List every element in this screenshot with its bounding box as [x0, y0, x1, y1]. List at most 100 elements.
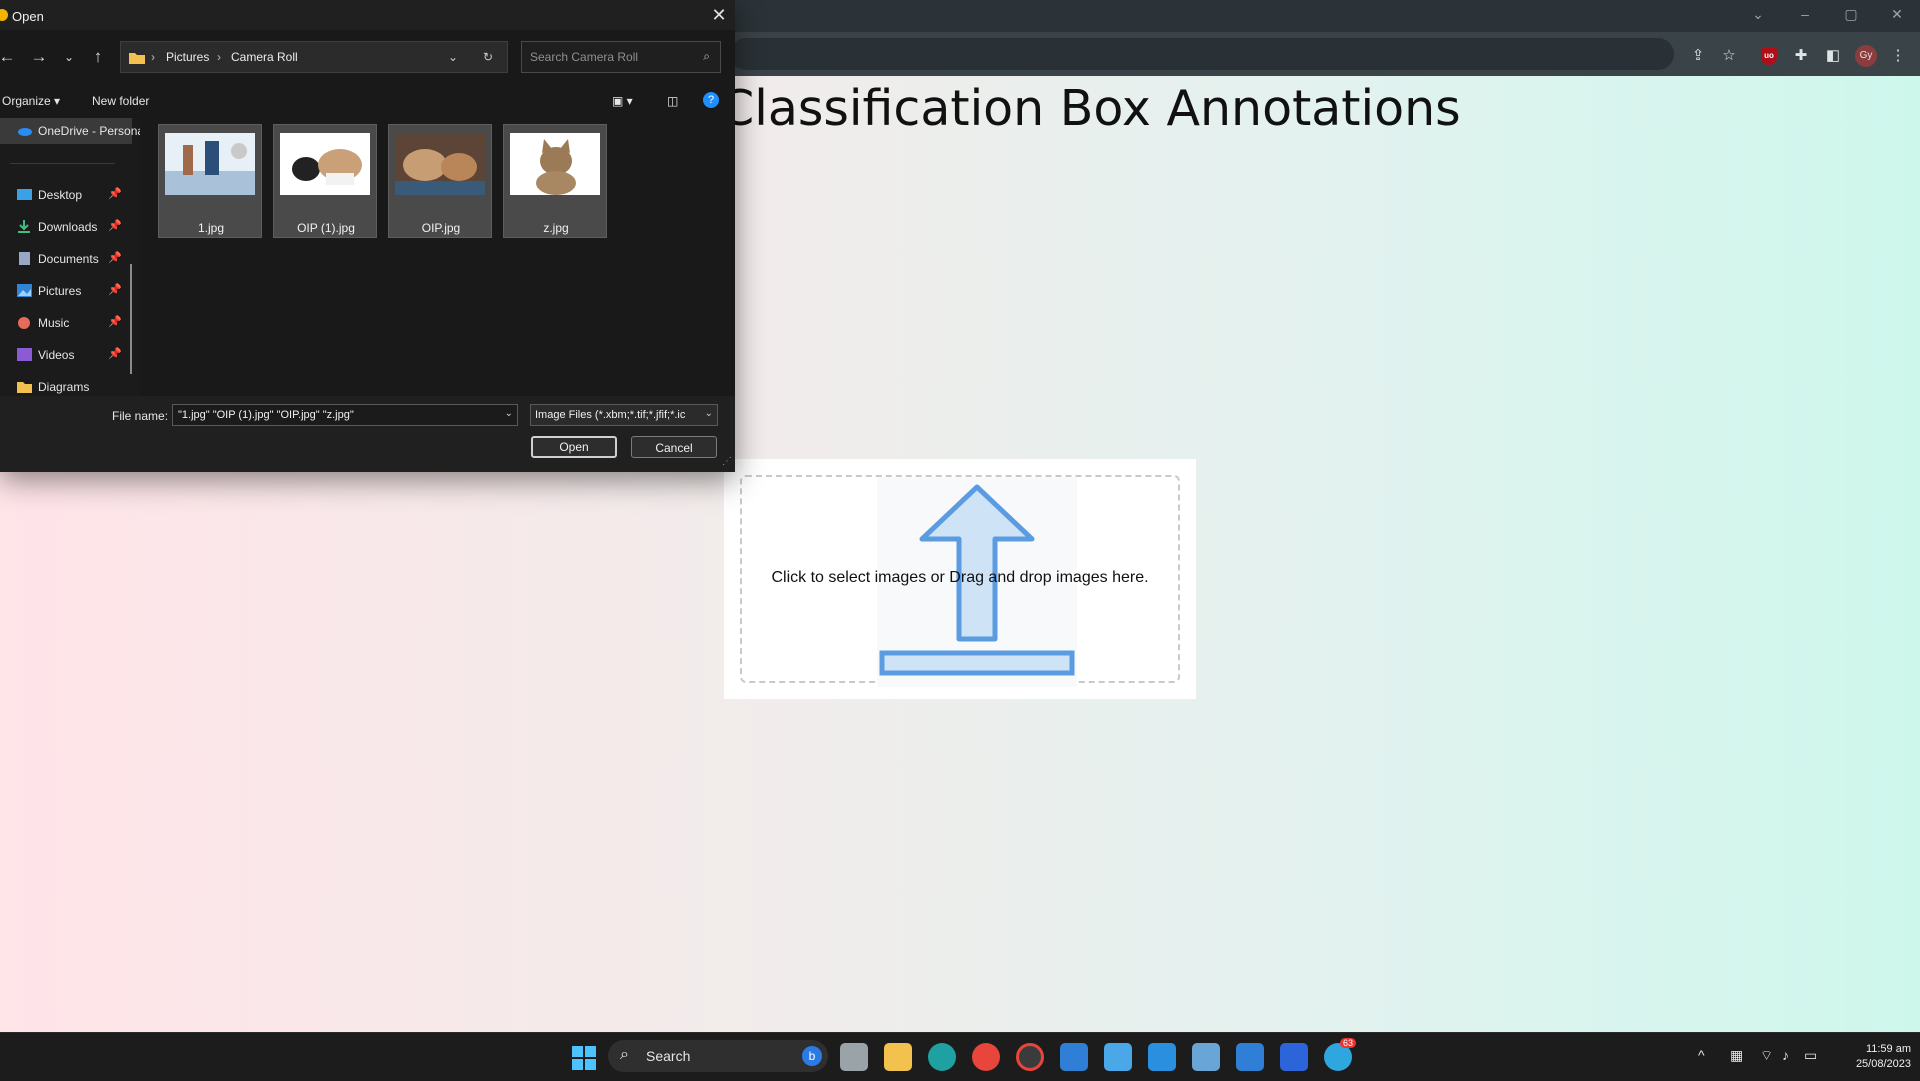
nav-item-onedrive[interactable]: OneDrive - Personal	[0, 118, 140, 144]
todo-check-icon[interactable]	[1236, 1043, 1264, 1071]
dialog-title: Open	[12, 9, 44, 24]
view-icon[interactable]: ▣ ▾	[612, 94, 633, 108]
nvidia-icon[interactable]: ▦	[1730, 1047, 1743, 1064]
share-icon[interactable]: ⇪	[1688, 46, 1708, 66]
pin-icon[interactable]: 📌	[108, 283, 122, 296]
pin-icon[interactable]: 📌	[108, 219, 122, 232]
help-icon[interactable]: ?	[703, 92, 719, 108]
close-window-button[interactable]: ✕	[1882, 6, 1912, 23]
address-bar[interactable]	[730, 38, 1674, 70]
wifi-icon[interactable]: ⌔	[1760, 1047, 1773, 1065]
nav-item-desktop[interactable]: Desktop 📌	[0, 182, 132, 208]
nav-item-pictures[interactable]: Pictures 📌	[0, 278, 132, 304]
nav-item-downloads[interactable]: Downloads 📌	[0, 214, 132, 240]
remote-desktop-icon[interactable]	[1104, 1043, 1132, 1071]
tab-search-icon[interactable]: ⌄	[1743, 6, 1773, 23]
file-item[interactable]: OIP (1).jpg	[273, 124, 377, 238]
nav-item-music[interactable]: Music 📌	[0, 310, 132, 336]
up-arrow-icon[interactable]: ↑	[87, 47, 109, 67]
cancel-button[interactable]: Cancel	[631, 436, 717, 458]
breadcrumb-camera-roll[interactable]: Camera Roll	[231, 50, 298, 64]
clock-date: 25/08/2023	[1855, 1058, 1911, 1070]
file-name-input[interactable]: "1.jpg" "OIP (1).jpg" "OIP.jpg" "z.jpg" …	[172, 404, 518, 426]
minimize-button[interactable]: –	[1790, 6, 1820, 22]
chrome-icon[interactable]	[972, 1043, 1000, 1071]
pin-icon[interactable]: 📌	[108, 251, 122, 264]
tray-chevron-icon[interactable]: ^	[1698, 1047, 1705, 1063]
restore-button[interactable]: ▢	[1836, 6, 1866, 23]
file-type-select[interactable]: Image Files (*.xbm;*.tif;*.jfif;*.ic ⌄	[530, 404, 718, 426]
open-button[interactable]: Open	[531, 436, 617, 458]
bookmark-star-icon[interactable]: ☆	[1719, 46, 1739, 66]
volume-icon[interactable]: ♪	[1782, 1047, 1789, 1063]
forward-icon[interactable]: →	[28, 47, 50, 67]
file-list: 1.jpg OIP (1).jpg OIP.jpg z.jpg	[142, 118, 735, 396]
battery-icon[interactable]: ▭	[1804, 1047, 1817, 1064]
file-name: z.jpg	[543, 221, 569, 235]
dropzone[interactable]: Click to select images or Drag and drop …	[740, 475, 1180, 687]
clock[interactable]: 11:59 am 25/08/2023	[1835, 1042, 1911, 1072]
desktop-icon	[17, 189, 32, 200]
onedrive-cloud-icon	[18, 128, 32, 136]
chevron-down-icon[interactable]: ⌄	[702, 408, 713, 419]
breadcrumb-separator-icon: ›	[151, 50, 155, 64]
taskbar: ⌕ Search b ^ ▦ ⌔ ♪ ▭ 11:59 am 25/08/2023	[0, 1032, 1920, 1081]
search-icon: ⌕	[703, 49, 710, 63]
new-folder-button[interactable]: New folder	[92, 94, 149, 108]
search-placeholder: Search Camera Roll	[530, 50, 639, 64]
preview-pane-icon[interactable]: ◫	[667, 94, 678, 108]
profile-avatar[interactable]: Gy	[1855, 45, 1877, 67]
chrome-profile-icon[interactable]	[1016, 1043, 1044, 1071]
task-view-icon[interactable]	[840, 1043, 868, 1071]
extensions-puzzle-icon[interactable]: ✚	[1791, 46, 1811, 66]
open-file-dialog: Open ✕ ← → ⌄ ↑ › Pictures › Camera Roll …	[0, 0, 735, 472]
telegram-unread-badge: 63	[1340, 1038, 1357, 1048]
edge-icon[interactable]	[928, 1043, 956, 1071]
task-manager-icon[interactable]	[1192, 1043, 1220, 1071]
nav-scrollbar[interactable]	[130, 264, 132, 374]
nav-item-documents[interactable]: Documents 📌	[0, 246, 132, 272]
dialog-titlebar: Open ✕	[0, 0, 735, 30]
file-item[interactable]: 1.jpg	[158, 124, 262, 238]
nav-item-diagrams[interactable]: Diagrams	[0, 374, 132, 396]
page-title: Classification Box Annotations	[720, 80, 1461, 137]
file-name-label: File name:	[112, 409, 169, 423]
dialog-address-bar[interactable]: › Pictures › Camera Roll ⌄ ↻	[120, 41, 508, 73]
pin-icon[interactable]: 📌	[108, 347, 122, 360]
nav-divider	[10, 163, 115, 164]
file-item[interactable]: OIP.jpg	[388, 124, 492, 238]
windows-start-icon[interactable]	[572, 1046, 596, 1070]
side-panel-icon[interactable]: ◧	[1823, 46, 1843, 66]
upload-instructions: Click to select images or Drag and drop …	[771, 569, 1149, 586]
file-name: OIP.jpg	[421, 221, 461, 235]
recent-chevron-down-icon[interactable]: ⌄	[58, 50, 80, 64]
dialog-close-icon[interactable]: ✕	[704, 3, 734, 27]
ublock-extension-icon[interactable]: uo	[1761, 47, 1777, 65]
download-icon	[18, 220, 30, 233]
breadcrumb-separator-icon: ›	[217, 50, 221, 64]
chevron-down-icon[interactable]: ⌄	[505, 408, 513, 419]
breadcrumb-pictures[interactable]: Pictures	[166, 50, 209, 64]
vscode-icon[interactable]	[1148, 1043, 1176, 1071]
file-explorer-icon[interactable]	[884, 1043, 912, 1071]
pin-icon[interactable]: 📌	[108, 315, 122, 328]
nav-item-videos[interactable]: Videos 📌	[0, 342, 132, 368]
upload-card: Click to select images or Drag and drop …	[724, 459, 1196, 699]
image-thumbnail	[395, 133, 485, 195]
taskbar-search[interactable]: ⌕ Search b	[608, 1040, 828, 1072]
resize-grip-icon[interactable]: ⋰	[722, 456, 732, 467]
back-icon[interactable]: ←	[0, 47, 18, 67]
more-menu-icon[interactable]: ⋮	[1888, 46, 1908, 66]
organize-menu[interactable]: Organize ▾	[2, 94, 60, 108]
file-item[interactable]: z.jpg	[503, 124, 607, 238]
folder-icon	[129, 53, 145, 64]
pin-icon[interactable]: 📌	[108, 187, 122, 200]
store-icon[interactable]	[1060, 1043, 1088, 1071]
address-dropdown-chevron-icon[interactable]: ⌄	[448, 50, 458, 64]
refresh-icon[interactable]: ↻	[483, 50, 493, 64]
clock-time: 11:59 am	[1865, 1043, 1911, 1055]
dialog-search-input[interactable]: Search Camera Roll ⌕	[521, 41, 721, 73]
bing-icon[interactable]: b	[802, 1046, 822, 1066]
search-icon: ⌕	[620, 1046, 629, 1063]
word-icon[interactable]	[1280, 1043, 1308, 1071]
